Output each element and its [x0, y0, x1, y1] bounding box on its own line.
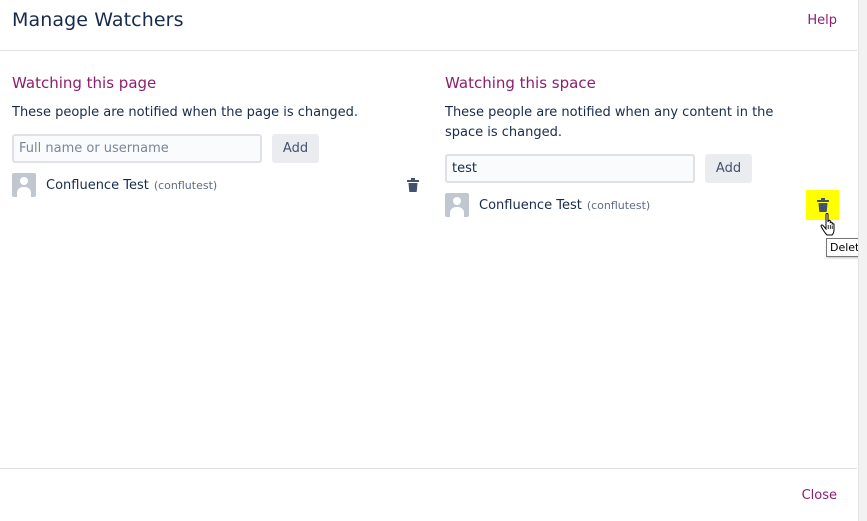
page-add-watcher-row: Add — [12, 134, 432, 163]
page-watcher-input[interactable] — [12, 134, 262, 163]
page-watcher-name: Confluence Test — [46, 177, 149, 193]
space-watchers-heading: Watching this space — [445, 74, 596, 92]
manage-watchers-dialog: Manage Watchers Help Watching this page … — [0, 0, 867, 521]
trash-icon — [407, 178, 419, 192]
space-watchers-description: These people are notified when any conte… — [445, 105, 774, 140]
trash-icon — [816, 198, 829, 212]
page-watchers-section: Watching this page These people are noti… — [12, 72, 432, 197]
hand-pointer-icon — [820, 213, 835, 236]
space-watcher-input[interactable] — [445, 154, 695, 183]
page-watchers-description: These people are notified when the page … — [12, 105, 358, 120]
space-add-button[interactable]: Add — [705, 154, 752, 183]
dialog-title: Manage Watchers — [12, 9, 184, 31]
page-add-button[interactable]: Add — [272, 134, 319, 163]
space-add-watcher-row: Add — [445, 154, 845, 183]
page-watcher-delete-button[interactable] — [401, 173, 425, 197]
user-avatar-icon — [12, 173, 36, 197]
help-link[interactable]: Help — [807, 13, 837, 28]
dialog-footer: Close — [0, 468, 857, 521]
page-watchers-heading: Watching this page — [12, 74, 157, 92]
close-button[interactable]: Close — [802, 488, 837, 503]
page-watcher-username: (conflutest) — [153, 178, 218, 192]
space-watcher-name: Confluence Test — [479, 197, 582, 213]
dialog-header: Manage Watchers Help — [0, 0, 857, 51]
user-avatar-icon — [445, 193, 469, 217]
space-watcher-row: Confluence Test (conflutest) — [445, 190, 845, 220]
space-watcher-username: (conflutest) — [586, 198, 651, 212]
space-watchers-section: Watching this space These people are not… — [445, 72, 845, 220]
page-watcher-row: Confluence Test (conflutest) — [12, 173, 432, 197]
window-edge — [858, 0, 867, 521]
